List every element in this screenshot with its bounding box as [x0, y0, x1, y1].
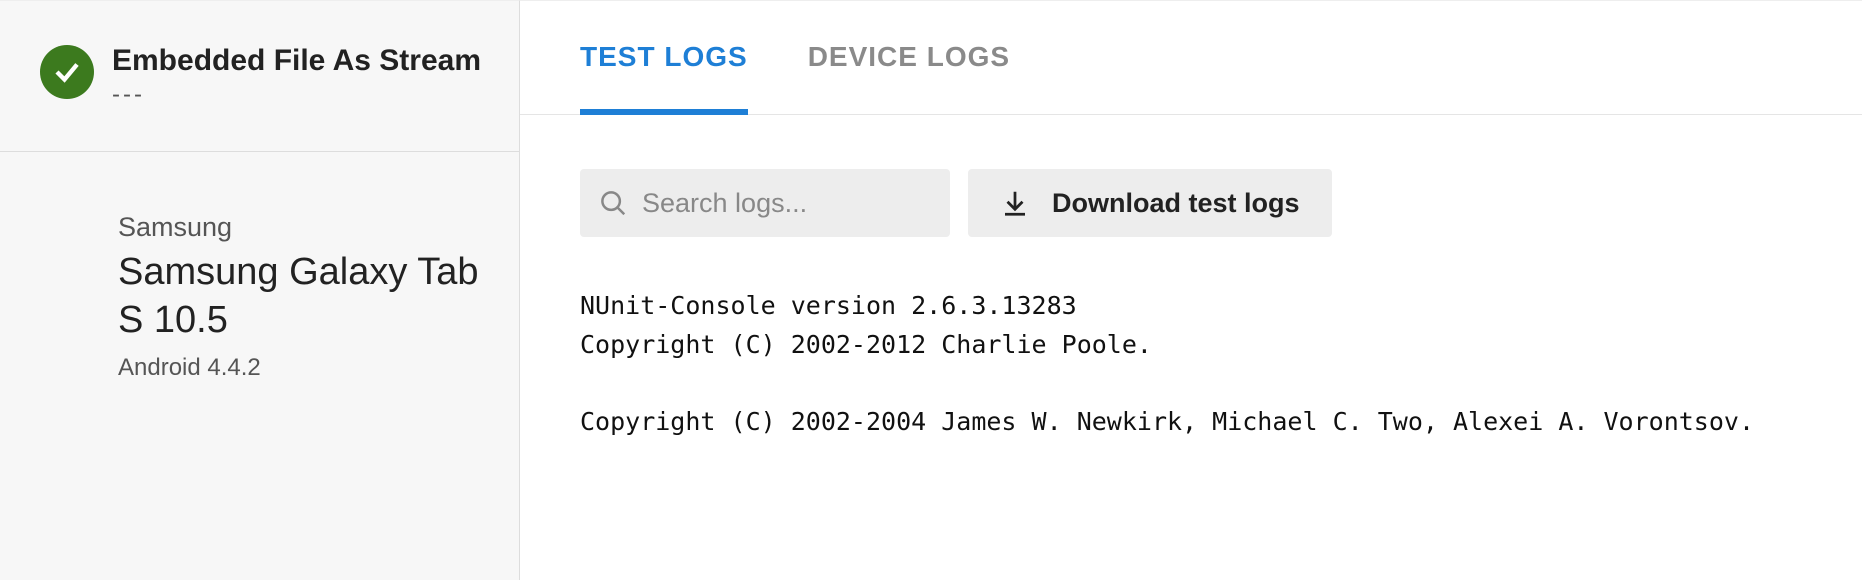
download-icon [1000, 188, 1030, 218]
test-subtitle: --- [112, 81, 481, 109]
tab-device-logs[interactable]: DEVICE LOGS [808, 41, 1010, 115]
toolbar: Download test logs [520, 115, 1862, 277]
test-header: Embedded File As Stream --- [0, 1, 519, 152]
search-wrap [580, 169, 950, 237]
download-button-label: Download test logs [1052, 188, 1300, 219]
tab-test-logs[interactable]: TEST LOGS [580, 41, 748, 115]
test-title-block: Embedded File As Stream --- [112, 43, 481, 109]
log-output: NUnit-Console version 2.6.3.13283 Copyri… [520, 277, 1862, 472]
main-panel: TEST LOGS DEVICE LOGS Download test logs… [520, 0, 1862, 580]
search-icon [598, 188, 628, 218]
tabs: TEST LOGS DEVICE LOGS [520, 1, 1862, 115]
download-button[interactable]: Download test logs [968, 169, 1332, 237]
device-info: Samsung Samsung Galaxy Tab S 10.5 Androi… [0, 152, 519, 412]
status-pass-icon [40, 45, 94, 99]
device-name: Samsung Galaxy Tab S 10.5 [118, 249, 489, 344]
test-title: Embedded File As Stream [112, 43, 481, 79]
device-os: Android 4.4.2 [118, 354, 489, 382]
search-input[interactable] [580, 169, 950, 237]
device-manufacturer: Samsung [118, 212, 489, 243]
sidebar: Embedded File As Stream --- Samsung Sams… [0, 0, 520, 580]
